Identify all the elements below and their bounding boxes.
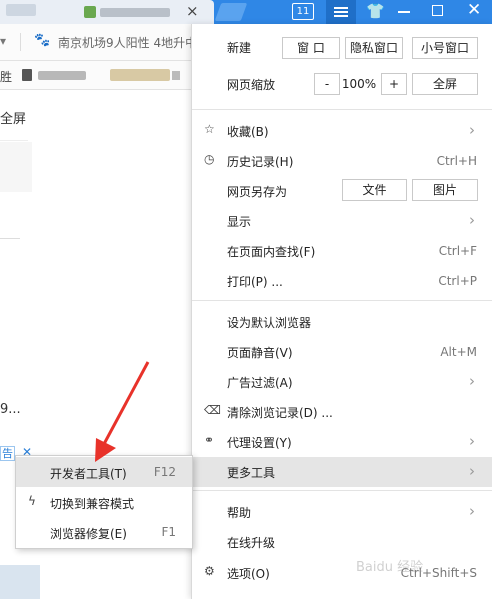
annotation-arrow-icon: [95, 361, 150, 462]
watermark-logo: Baidu 经验: [356, 560, 424, 575]
